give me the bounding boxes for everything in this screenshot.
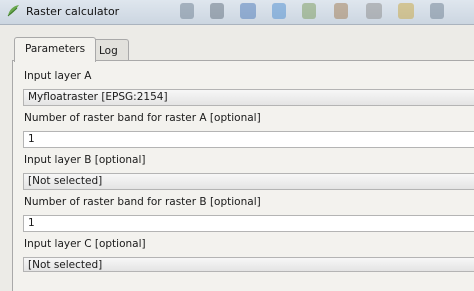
input-layer-b-label: Input layer B [optional] [24,154,146,166]
raster-band-a-input[interactable]: 1 [23,131,474,148]
raster-band-b-input[interactable]: 1 [23,215,474,232]
toolbar-ghost-icon [302,3,316,19]
raster-band-b-label: Number of raster band for raster B [opti… [24,196,261,208]
input-layer-c-label: Input layer C [optional] [24,238,146,250]
qgis-logo-icon [5,3,21,19]
input-layer-c-select[interactable]: [Not selected] [23,257,474,272]
toolbar-ghost-icon [180,3,194,19]
title-bar[interactable]: Raster calculator [0,0,474,25]
toolbar-ghost-icon [272,3,286,19]
toolbar-ghost-icon [398,3,414,19]
toolbar-ghost-icon [366,3,382,19]
raster-band-a-label: Number of raster band for raster A [opti… [24,112,261,124]
toolbar-ghost-icon [334,3,348,19]
input-layer-a-label: Input layer A [24,70,92,82]
toolbar-ghost-icon [240,3,256,19]
tab-parameters[interactable]: Parameters [14,37,97,62]
window-title: Raster calculator [26,5,120,18]
input-layer-a-select[interactable]: Myfloatraster [EPSG:2154] [23,89,474,106]
input-layer-b-select[interactable]: [Not selected] [23,173,474,190]
toolbar-ghost-icon [430,3,444,19]
toolbar-ghost-icon [210,3,224,19]
